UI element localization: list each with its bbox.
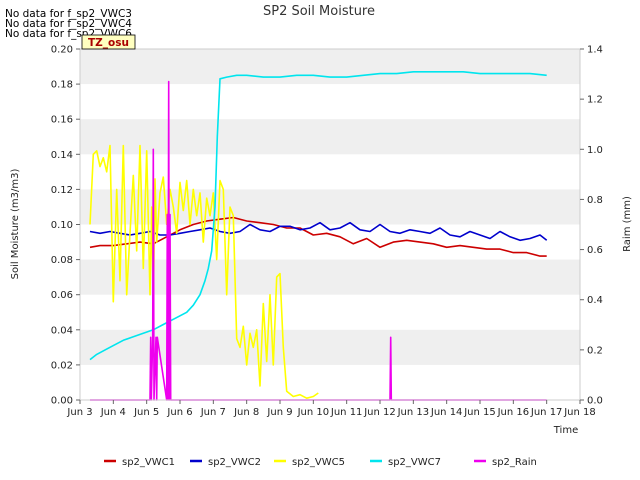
y2-tick-label: 0.8	[587, 195, 603, 206]
grid-band	[80, 119, 580, 155]
x-tick-label: Jun 3	[66, 407, 92, 418]
y-axis-ticks: 0.00 0.02 0.04 0.06 0.08 0.10 0.12 0.14 0.16 0.18…	[51, 45, 80, 407]
timezone-label-box: TZ_osu	[81, 34, 136, 50]
x-tick-label: Jun 15	[463, 407, 496, 418]
grid-band	[80, 259, 580, 295]
timezone-label: TZ_osu	[88, 37, 129, 49]
x-tick-label: Jun 6	[166, 407, 192, 418]
legend-label: sp2_VWC5	[292, 457, 345, 468]
y-tick-label: 0.16	[51, 115, 73, 126]
x-tick-label: Jun 14	[430, 407, 463, 418]
y2-tick-label: 1.4	[587, 45, 603, 56]
y-tick-label: 0.04	[51, 325, 73, 336]
x-tick-label: Jun 8	[233, 407, 259, 418]
x-tick-label: Jun 4	[100, 407, 126, 418]
x-tick-label: Jun 17	[530, 407, 563, 418]
x-tick-label: Jun 16	[497, 407, 530, 418]
y2-tick-label: 0.6	[587, 245, 603, 256]
legend-label: sp2_VWC2	[208, 457, 261, 468]
x-tick-label: Jun 12	[363, 407, 396, 418]
x-tick-label: Jun 10	[297, 407, 330, 418]
y-tick-label: 0.18	[51, 80, 73, 91]
y-tick-label: 0.20	[51, 45, 73, 56]
y2-axis-label: Raim (mm)	[622, 196, 633, 252]
y-tick-label: 0.06	[51, 290, 73, 301]
y-tick-label: 0.08	[51, 255, 73, 266]
soil-moisture-chart: Jun 3 Jun 4 Jun 5 Jun 6 Jun 7 Jun 8 Jun 9 Jun 1…	[10, 4, 633, 468]
x-axis-label: Time	[553, 425, 578, 436]
y2-tick-label: 0.2	[587, 345, 603, 356]
legend: sp2_VWC1 sp2_VWC2 sp2_VWC5 sp2_VWC7 sp2_Rain	[104, 457, 537, 468]
y2-axis-ticks: 0.0 0.2 0.4 0.6 0.8 1.0 1.2 1.4	[580, 45, 603, 407]
chart-title: SP2 Soil Moisture	[263, 4, 375, 19]
x-tick-label: Jun 9	[266, 407, 292, 418]
y2-tick-label: 0.4	[587, 295, 603, 306]
y2-tick-label: 1.2	[587, 95, 603, 106]
y-tick-label: 0.12	[51, 185, 73, 196]
x-tick-label: Jun 11	[330, 407, 363, 418]
y-tick-label: 0.10	[51, 220, 73, 231]
grid-band	[80, 49, 580, 85]
x-tick-label: Jun 5	[133, 407, 159, 418]
y2-tick-label: 0.0	[587, 396, 603, 407]
legend-label: sp2_VWC7	[388, 457, 441, 468]
x-axis-ticks: Jun 3 Jun 4 Jun 5 Jun 6 Jun 7 Jun 8 Jun 9 Jun 1…	[66, 400, 596, 418]
y-tick-label: 0.00	[51, 396, 73, 407]
y2-tick-label: 1.0	[587, 145, 603, 156]
y-tick-label: 0.02	[51, 360, 73, 371]
legend-label: sp2_VWC1	[122, 457, 175, 468]
legend-label: sp2_Rain	[492, 457, 537, 468]
x-tick-label: Jun 18	[563, 407, 596, 418]
x-tick-label: Jun 13	[397, 407, 430, 418]
y-axis-label: Soil Moisture (m3/m3)	[10, 169, 21, 280]
x-tick-label: Jun 7	[200, 407, 226, 418]
y-tick-label: 0.14	[51, 150, 73, 161]
